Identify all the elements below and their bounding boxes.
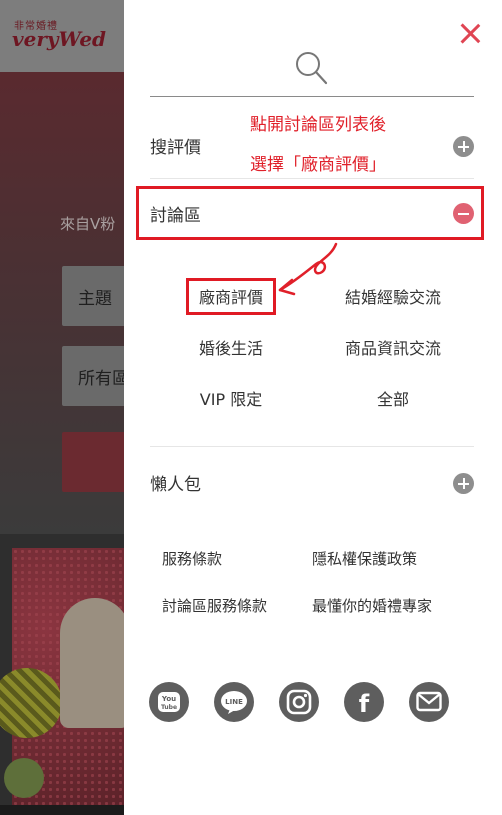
annotation-line-2: 選擇「廠商評價」 xyxy=(250,155,386,175)
instagram-icon[interactable] xyxy=(279,682,319,722)
menu-divider xyxy=(150,446,474,447)
mail-icon[interactable] xyxy=(409,682,449,722)
expand-plus-icon[interactable] xyxy=(453,136,474,157)
footer-link-wedding-expert[interactable]: 最懂你的婚禮專家 xyxy=(312,595,432,616)
annotation-highlight-forum xyxy=(136,186,484,240)
topic-select-label: 主題 xyxy=(78,289,112,309)
menu-divider xyxy=(150,178,474,179)
facebook-icon[interactable]: f xyxy=(344,682,384,722)
search-icon[interactable] xyxy=(294,50,328,86)
background-bottom-bar xyxy=(0,805,124,815)
youtube-label-top: You xyxy=(161,695,176,703)
expand-plus-icon[interactable] xyxy=(453,473,474,494)
footer-link-forum-terms[interactable]: 討論區服務條款 xyxy=(162,595,267,616)
line-icon[interactable]: LINE xyxy=(214,682,254,722)
hero-text: 來自V粉 xyxy=(60,215,116,233)
menu-item-label: 懶人包 xyxy=(150,475,201,495)
forum-item-wedding-experience[interactable]: 結婚經驗交流 xyxy=(323,284,463,308)
menu-item-label: 搜評價 xyxy=(150,138,201,158)
topic-select: 主題 xyxy=(62,266,124,326)
annotation-line-1: 點開討論區列表後 xyxy=(250,115,386,135)
youtube-icon[interactable]: You Tube xyxy=(149,682,189,722)
background-page: 非常婚禮 veryWed 來自V粉 主題 所有區 xyxy=(0,0,124,815)
forum-item-married-life[interactable]: 婚後生活 xyxy=(161,335,301,359)
youtube-label-bottom: Tube xyxy=(161,704,177,711)
background-search-button xyxy=(62,432,124,492)
menu-item-guides[interactable]: 懶人包 xyxy=(150,462,474,502)
logo: veryWed xyxy=(12,27,107,51)
background-banner-image xyxy=(0,548,124,815)
region-select-label: 所有區 xyxy=(78,369,124,389)
facebook-label: f xyxy=(359,690,370,715)
footer-link-terms[interactable]: 服務條款 xyxy=(162,548,222,569)
footer-link-privacy[interactable]: 隱私權保護政策 xyxy=(312,548,417,569)
background-header: 非常婚禮 veryWed xyxy=(0,0,124,72)
forum-item-product-info[interactable]: 商品資訊交流 xyxy=(323,335,463,359)
forum-item-all[interactable]: 全部 xyxy=(323,386,463,410)
search-underline xyxy=(150,96,474,97)
close-icon[interactable] xyxy=(459,22,481,44)
forum-item-vip-only[interactable]: VIP 限定 xyxy=(161,386,301,410)
line-label: LINE xyxy=(225,698,243,706)
region-select: 所有區 xyxy=(62,346,124,406)
side-drawer: 搜評價 點開討論區列表後 選擇「廠商評價」 討論區 廠商評價 結婚經驗交流 婚後… xyxy=(124,0,502,815)
annotation-highlight-vendor-reviews xyxy=(186,278,276,315)
